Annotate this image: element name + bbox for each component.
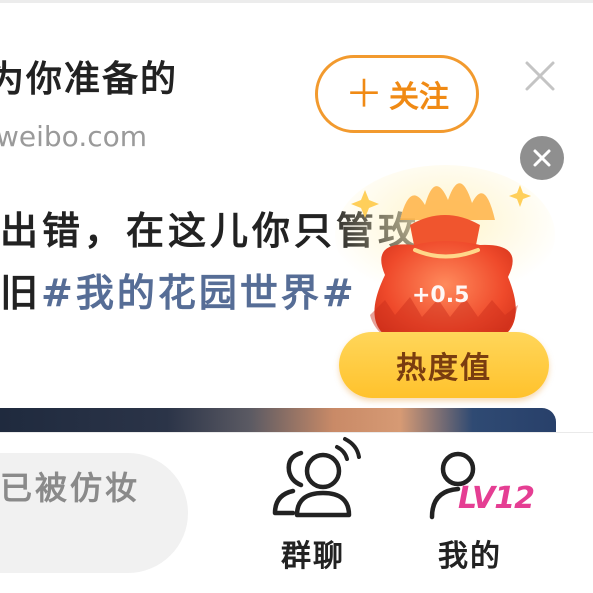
heat-value: +0.5 xyxy=(412,283,470,308)
screen: 为你准备的 weibo.com ＋ 关注 出错，在这儿你只管玫 旧#我的花园世界… xyxy=(0,0,593,593)
follow-button[interactable]: ＋ 关注 xyxy=(315,55,479,133)
level-badge: LV12 xyxy=(458,481,535,516)
watermark xyxy=(490,567,590,577)
close-icon[interactable] xyxy=(522,58,558,94)
post-image[interactable] xyxy=(0,408,556,432)
nav-me[interactable]: LV12 我的 xyxy=(410,433,535,583)
nav-group-chat[interactable]: 群聊 xyxy=(253,433,373,583)
close-icon xyxy=(533,149,551,167)
post-body-text: 出错，在这儿你只管 xyxy=(0,209,379,253)
follow-label: 关注 xyxy=(389,80,449,115)
popup-close-button[interactable] xyxy=(520,136,564,180)
hashtag-link[interactable]: #我的花园世界# xyxy=(41,271,357,315)
post-body-line-2: 旧#我的花园世界# xyxy=(0,262,357,317)
plus-icon: ＋ xyxy=(344,72,383,116)
post-source-url[interactable]: weibo.com xyxy=(0,120,147,153)
post-title: 为你准备的 xyxy=(0,59,179,100)
nav-label: 群聊 xyxy=(281,539,345,574)
group-chat-icon xyxy=(272,437,361,518)
heat-label-button[interactable]: 热度值 xyxy=(339,332,549,398)
post-body-text: 旧 xyxy=(0,271,42,315)
top-divider xyxy=(0,0,593,3)
comment-placeholder: 已被仿妆 xyxy=(0,469,141,507)
heat-label: 热度值 xyxy=(396,351,492,386)
